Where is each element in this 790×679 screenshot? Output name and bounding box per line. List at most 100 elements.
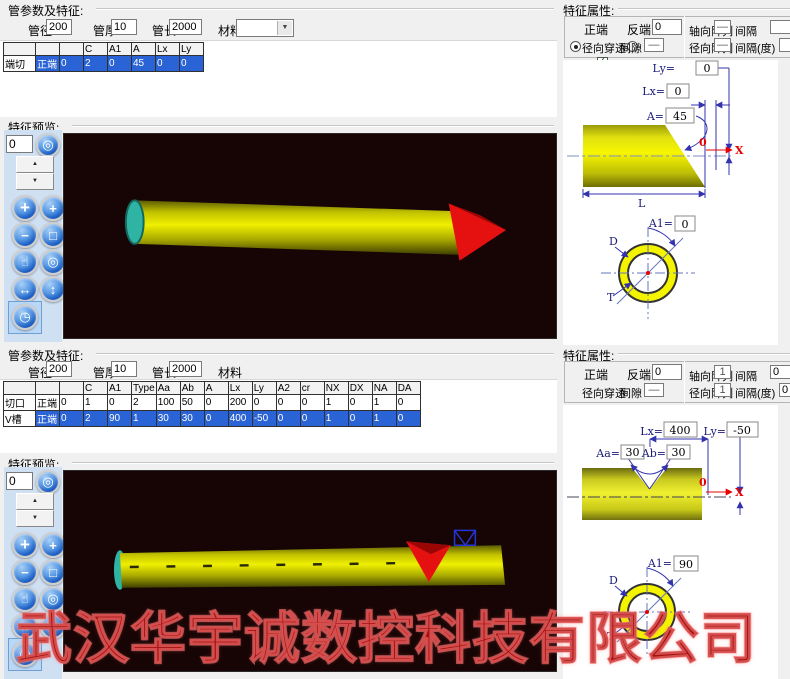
Aa-value-box[interactable]: 30 (621, 445, 644, 459)
table-cell[interactable]: 正端 (36, 395, 60, 411)
table-cell[interactable]: 1 (372, 395, 396, 411)
table-cell[interactable]: 100 (156, 395, 180, 411)
axis-view-button-2[interactable]: ◷ (12, 641, 38, 667)
gap-input[interactable] (644, 38, 664, 52)
table-cell[interactable]: 1 (132, 411, 157, 427)
pipe-diameter-input[interactable] (46, 19, 72, 35)
radial-array-input[interactable] (714, 38, 731, 52)
pipe-thickness-input[interactable] (111, 19, 137, 35)
pan-view-button[interactable]: + (12, 532, 38, 558)
offset-input[interactable] (652, 19, 682, 35)
row-header[interactable]: 切口 (4, 395, 36, 411)
table-row[interactable]: 切口正端01021005002000001010 (4, 395, 421, 411)
table-cell[interactable]: 正端 (36, 411, 60, 427)
table-cell[interactable]: 0 (396, 411, 420, 427)
table-cell[interactable]: 0 (60, 411, 84, 427)
zoom-out-button[interactable]: − (12, 222, 38, 248)
material-dropdown[interactable]: ▼ (236, 19, 294, 37)
table-cell[interactable]: 1 (372, 411, 396, 427)
Lx-value-box[interactable]: 0 (667, 84, 689, 98)
spin-up-button[interactable]: ▲ (16, 156, 54, 173)
table-cell[interactable]: 0 (204, 411, 228, 427)
A-value-box[interactable]: 45 (666, 108, 694, 123)
interval-deg-input[interactable] (779, 38, 790, 52)
table-cell[interactable]: 0 (204, 395, 228, 411)
table-cell[interactable]: 90 (108, 411, 132, 427)
table-cell[interactable]: 0 (396, 395, 420, 411)
rotate-angle-input[interactable] (6, 135, 33, 153)
axial-array-input-2[interactable] (714, 365, 731, 379)
A1-value-box[interactable]: 0 (675, 216, 695, 231)
preview-toolbar-2: ◎ ▲ ▼ ++−□☝◎↔↕ ◷ (4, 467, 62, 679)
interval-input-2[interactable] (770, 365, 790, 379)
column-header: NA (372, 382, 396, 395)
stretch-horizontal-button[interactable]: ↔ (12, 276, 38, 302)
reset-rotation-button-2[interactable]: ◎ (36, 470, 60, 494)
table-cell[interactable]: 45 (132, 56, 156, 72)
table-cell[interactable]: 0 (108, 56, 132, 72)
Ly-value-box[interactable]: 0 (696, 61, 718, 75)
axial-array-input[interactable] (714, 20, 731, 34)
Ab-value-box[interactable]: 30 (667, 445, 690, 459)
feature-table-2[interactable]: CA1TypeAaAbALxLyA2crNXDXNADA切口正端01021005… (3, 381, 421, 427)
feature-table[interactable]: CA1ALxLy端切正端0204500 (3, 42, 204, 72)
zoom-out-button[interactable]: − (12, 559, 38, 585)
offset-input-2[interactable] (652, 364, 682, 380)
interval-input[interactable] (770, 20, 790, 34)
front-end-radio[interactable] (570, 41, 581, 52)
pipe-length-input-2[interactable] (169, 361, 202, 377)
reset-rotation-button[interactable]: ◎ (36, 133, 60, 157)
table-cell[interactable]: 0 (348, 395, 372, 411)
table-cell[interactable]: 2 (84, 411, 108, 427)
gap-input-2[interactable] (644, 383, 664, 397)
spin-down-button[interactable]: ▼ (16, 173, 54, 190)
table-cell[interactable]: 50 (180, 395, 204, 411)
preview-3d-view-2[interactable] (63, 470, 557, 672)
table-cell[interactable]: 1 (324, 395, 348, 411)
pipe-diameter-input-2[interactable] (46, 361, 72, 377)
table-cell[interactable]: 0 (108, 395, 132, 411)
table-cell[interactable]: 0 (300, 411, 324, 427)
table-cell[interactable]: 0 (276, 411, 300, 427)
table-cell[interactable]: 1 (324, 411, 348, 427)
dim-A1-label: A1= (647, 557, 672, 570)
pan-view-button[interactable]: + (12, 195, 38, 221)
table-cell[interactable]: 200 (228, 395, 252, 411)
table-cell[interactable]: 正端 (36, 56, 60, 72)
radial-array-input-2[interactable] (714, 383, 731, 397)
Ly-value-box[interactable]: -50 (727, 422, 758, 437)
table-cell[interactable]: 400 (228, 411, 252, 427)
table-cell[interactable]: -50 (252, 411, 276, 427)
Lx-value-box[interactable]: 400 (664, 422, 697, 437)
table-cell[interactable]: 0 (276, 395, 300, 411)
stretch-horizontal-button[interactable]: ↔ (12, 613, 38, 639)
axis-view-button[interactable]: ◷ (12, 304, 38, 330)
table-cell[interactable]: 0 (156, 56, 180, 72)
column-header (36, 382, 60, 395)
preview-3d-view[interactable] (63, 133, 557, 339)
table-cell[interactable]: 0 (348, 411, 372, 427)
table-cell[interactable]: 2 (132, 395, 157, 411)
table-cell[interactable]: 1 (84, 395, 108, 411)
table-cell[interactable]: 30 (156, 411, 180, 427)
interval-deg-input-2[interactable] (779, 383, 790, 397)
spin-down-button-2[interactable]: ▼ (16, 510, 54, 527)
table-cell[interactable]: 0 (60, 395, 84, 411)
table-cell[interactable]: 0 (300, 395, 324, 411)
table-row[interactable]: V槽正端0290130300400-50001010 (4, 411, 421, 427)
table-cell[interactable]: 0 (252, 395, 276, 411)
pipe-thickness-input-2[interactable] (111, 361, 137, 377)
table-cell[interactable]: 0 (60, 56, 84, 72)
table-cell[interactable]: 30 (180, 411, 204, 427)
rotate-angle-input-2[interactable] (6, 472, 33, 490)
A1-value-box[interactable]: 90 (674, 556, 698, 571)
table-cell[interactable]: 2 (84, 56, 108, 72)
row-header[interactable]: V槽 (4, 411, 36, 427)
table-row[interactable]: 端切正端0204500 (4, 56, 204, 72)
row-header[interactable]: 端切 (4, 56, 36, 72)
hand-drag-button[interactable]: ☝ (12, 586, 38, 612)
pipe-length-input[interactable] (169, 19, 202, 35)
table-cell[interactable]: 0 (180, 56, 204, 72)
hand-drag-button[interactable]: ☝ (12, 249, 38, 275)
spin-up-button-2[interactable]: ▲ (16, 493, 54, 510)
